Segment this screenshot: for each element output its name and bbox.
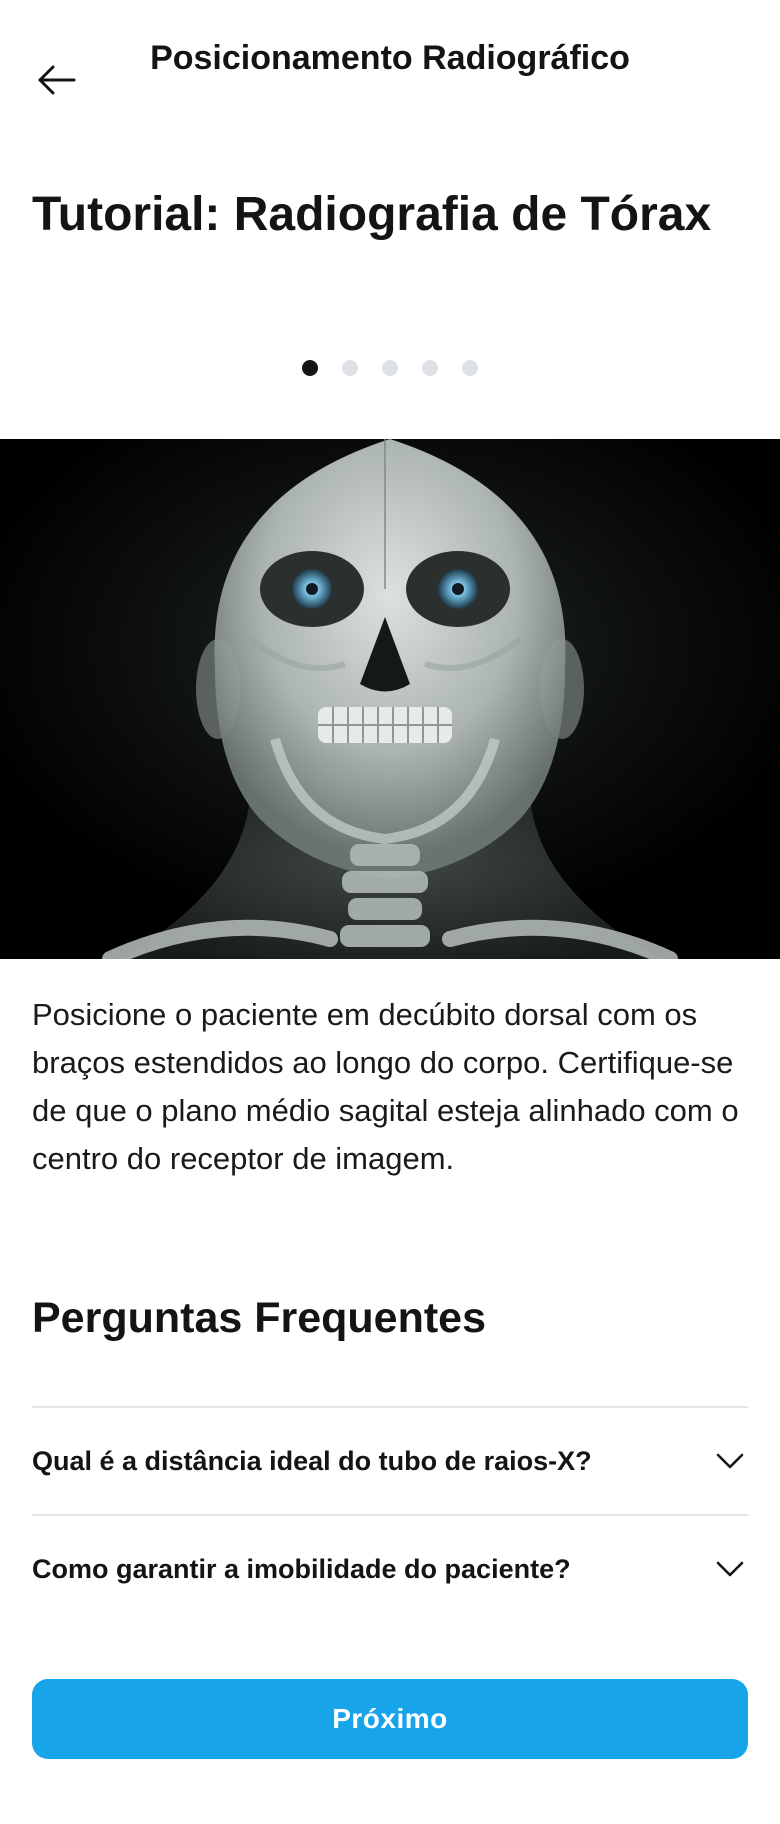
step-dot-5[interactable] xyxy=(462,360,478,376)
faq-heading: Perguntas Frequentes xyxy=(32,1294,486,1342)
step-dot-3[interactable] xyxy=(382,360,398,376)
tutorial-description: Posicione o paciente em decúbito dorsal … xyxy=(32,997,739,1176)
chevron-down-icon xyxy=(712,1551,748,1587)
chevron-down-icon xyxy=(712,1443,748,1479)
next-button[interactable]: Próximo xyxy=(32,1679,748,1759)
page-title: Tutorial: Radiografia de Tórax xyxy=(32,188,712,241)
step-indicator xyxy=(0,358,780,378)
faq-item[interactable]: Qual é a distância ideal do tubo de raio… xyxy=(32,1406,748,1514)
step-dot-2[interactable] xyxy=(342,360,358,376)
header-title: Posicionamento Radiográfico xyxy=(150,39,630,77)
xray-skull-illustration xyxy=(0,439,780,959)
tutorial-image xyxy=(0,439,780,959)
top-bar: Posicionamento Radiográfico xyxy=(0,0,780,160)
back-button[interactable] xyxy=(28,52,84,108)
step-dot-4[interactable] xyxy=(422,360,438,376)
arrow-left-icon xyxy=(38,65,76,95)
faq-item[interactable]: Como garantir a imobilidade do paciente? xyxy=(32,1514,748,1622)
faq-question: Como garantir a imobilidade do paciente? xyxy=(32,1553,571,1584)
faq-list: Qual é a distância ideal do tubo de raio… xyxy=(32,1406,748,1622)
faq-question: Qual é a distância ideal do tubo de raio… xyxy=(32,1445,592,1476)
step-dot-1[interactable] xyxy=(302,360,318,376)
